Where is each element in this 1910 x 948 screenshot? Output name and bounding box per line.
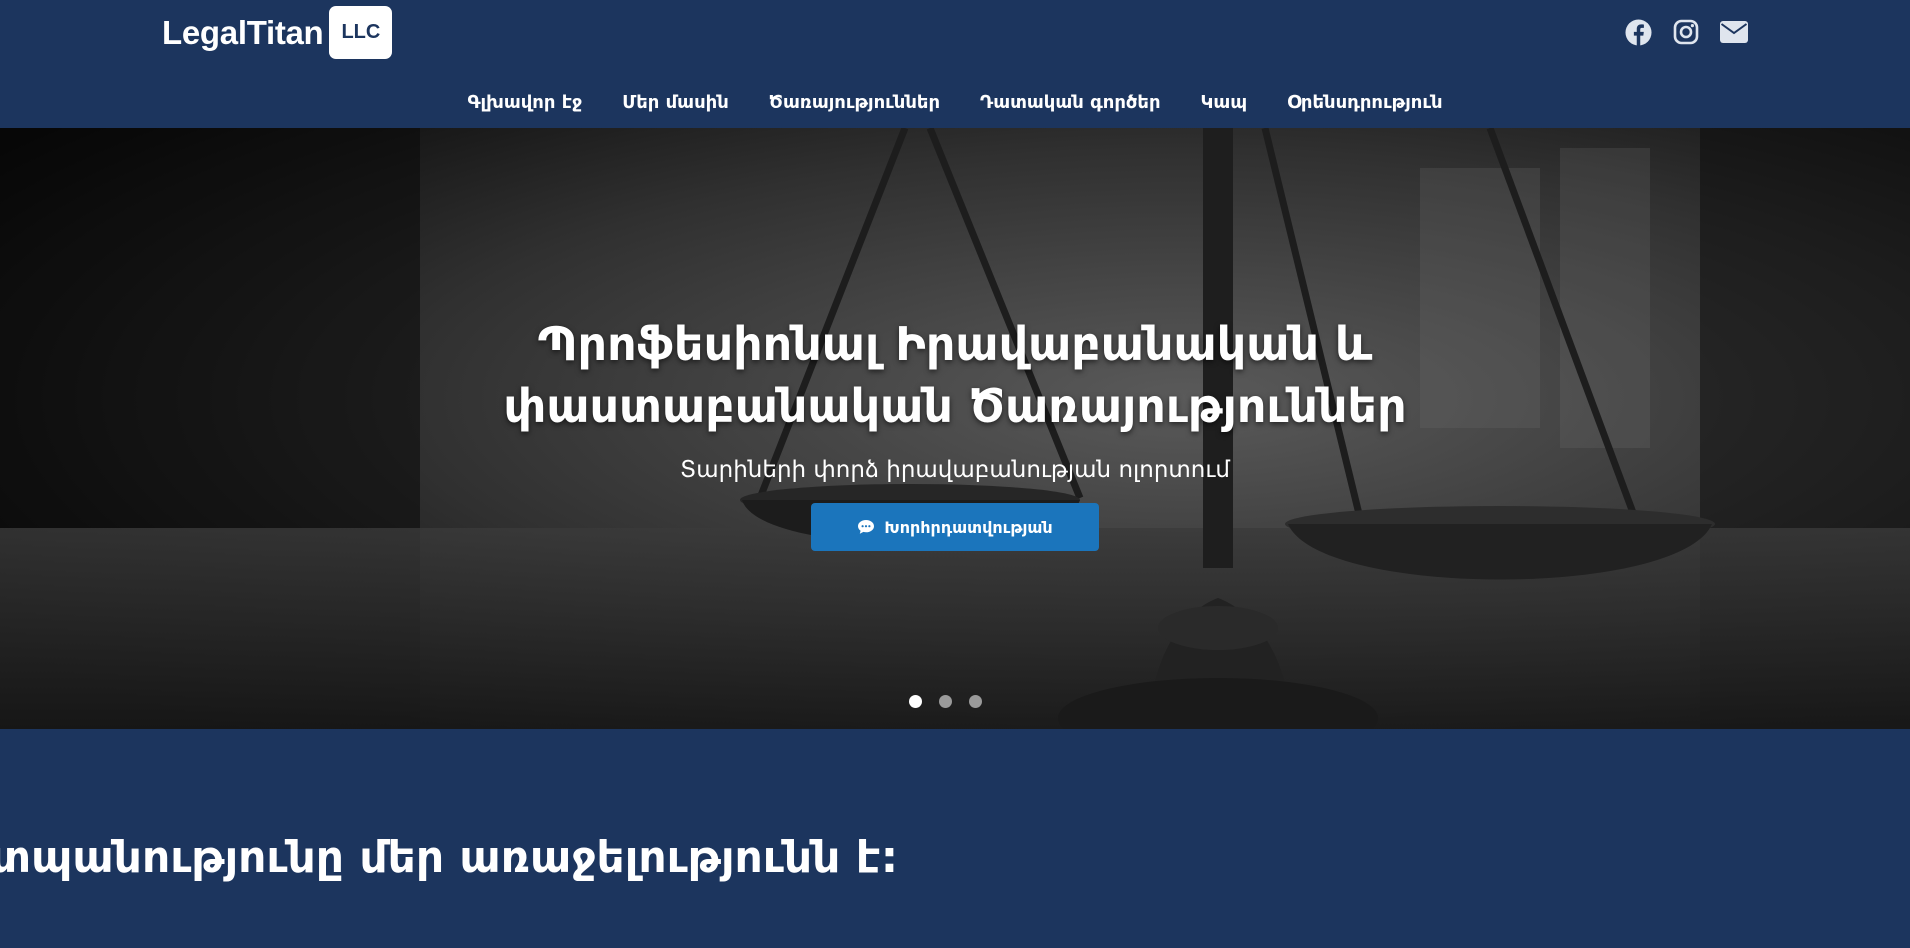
facebook-icon[interactable] bbox=[1624, 18, 1652, 46]
hero-title: Պրոֆեսիոնալ Իրավաբանական և փաստաբանական … bbox=[0, 313, 1910, 437]
nav-item-contact[interactable]: Կապ bbox=[1201, 92, 1248, 113]
consultation-button-label: Խորհրդատվության bbox=[884, 517, 1053, 537]
slider-dot-2[interactable] bbox=[939, 695, 952, 708]
logo-text: LegalTitan bbox=[162, 13, 324, 51]
slider-dot-1[interactable] bbox=[909, 695, 922, 708]
nav-item-about[interactable]: Մեր մասին bbox=[622, 92, 729, 113]
main-nav: Գլխավոր էջ Մեր մասին Ծառայություններ Դատ… bbox=[0, 92, 1910, 113]
logo[interactable]: LegalTitan LLC bbox=[162, 6, 393, 59]
nav-item-home[interactable]: Գլխավոր էջ bbox=[467, 92, 582, 113]
slider-dot-3[interactable] bbox=[969, 695, 982, 708]
hero-title-line1: Պրոֆեսիոնալ Իրավաբանական և bbox=[537, 317, 1373, 371]
hero-slider: Պրոֆեսիոնալ Իրավաբանական և փաստաբանական … bbox=[0, 128, 1910, 729]
slider-dots bbox=[909, 695, 982, 708]
instagram-icon[interactable] bbox=[1672, 18, 1700, 46]
hero-subtitle: Տարիների փորձ իրավաբանության ոլորտում bbox=[680, 457, 1230, 483]
mission-section-title: տպանությունը մեր առաջելությունն է: bbox=[0, 832, 899, 883]
nav-item-services[interactable]: Ծառայություններ bbox=[769, 92, 940, 113]
logo-badge: LLC bbox=[329, 6, 393, 59]
envelope-icon[interactable] bbox=[1720, 18, 1748, 46]
header: LegalTitan LLC Գլխավոր էջ Մեր մասին Ծառա… bbox=[0, 0, 1910, 128]
nav-item-cases[interactable]: Դատական գործեր bbox=[980, 92, 1160, 113]
consultation-button[interactable]: Խորհրդատվության bbox=[811, 503, 1099, 551]
nav-item-legislation[interactable]: Օրենսդրություն bbox=[1287, 92, 1442, 113]
comment-icon bbox=[858, 520, 875, 534]
hero-title-line2: փաստաբանական Ծառայություններ bbox=[503, 379, 1407, 433]
social-links bbox=[1624, 18, 1748, 46]
hero-content: Պրոֆեսիոնալ Իրավաբանական և փաստաբանական … bbox=[0, 313, 1910, 551]
